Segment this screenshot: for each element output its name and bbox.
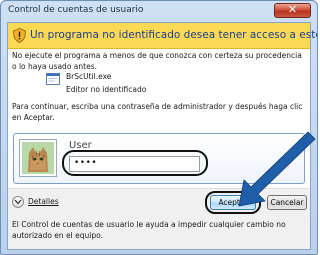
pointer-arrow-icon <box>238 131 316 207</box>
uac-dialog: Control de cuentas de usuario ✕ Un progr… <box>0 0 318 255</box>
